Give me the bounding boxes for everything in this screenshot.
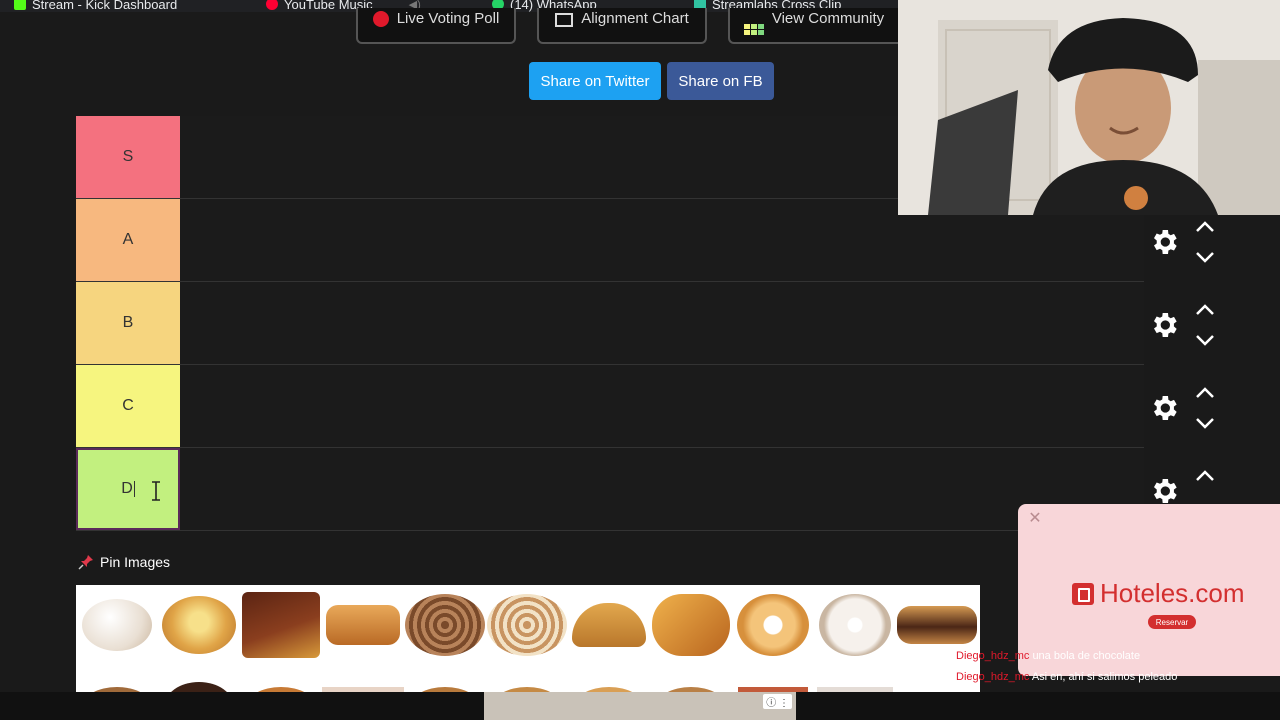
tier-row-d: D: [76, 448, 1144, 531]
pushpin-icon: [78, 555, 93, 570]
move-up-chevron-icon[interactable]: [1194, 303, 1216, 317]
live-voting-button[interactable]: Live Voting Poll: [356, 8, 516, 44]
pastry-image[interactable]: [76, 667, 158, 695]
text-cursor-icon: [152, 481, 160, 501]
pastry-image[interactable]: [814, 667, 896, 695]
close-ad-icon[interactable]: ✕: [1026, 510, 1044, 528]
tier-label-a[interactable]: A: [76, 199, 180, 281]
pastry-image[interactable]: [486, 585, 568, 665]
bottom-ad-banner[interactable]: ⓘ ⋮: [484, 692, 796, 720]
chat-username: Diego_hdz_mc: [956, 650, 1030, 662]
tier-controls-b: [1148, 382, 1228, 442]
ad-brand-text: Hoteles.com: [1100, 578, 1245, 608]
chart-icon: [555, 13, 574, 27]
tier-dropzone-c[interactable]: [180, 365, 1144, 447]
tier-label-c[interactable]: C: [76, 365, 180, 447]
streamer-webcam-image: [898, 0, 1280, 215]
pastry-image[interactable]: [240, 585, 322, 665]
live-voting-label: Live Voting Poll: [396, 10, 500, 27]
image-pool: [76, 585, 980, 695]
chat-text: Asi en, ahí si salimos peleado: [1031, 671, 1178, 683]
pastry-image[interactable]: [814, 585, 896, 665]
alignment-chart-label: Alignment Chart: [581, 10, 689, 27]
move-down-chevron-icon[interactable]: [1194, 250, 1216, 264]
text-caret: [133, 481, 135, 497]
tier-dropzone-d[interactable]: [180, 448, 1144, 530]
tier-row-b: B: [76, 282, 1144, 365]
hoteles-logo: Hoteles.com: [1072, 578, 1245, 609]
hoteles-logo-icon: [1072, 582, 1094, 605]
tier-label-s[interactable]: S: [76, 116, 180, 198]
pastry-image[interactable]: [404, 585, 486, 665]
pin-images-label: Pin Images: [100, 554, 171, 570]
move-up-chevron-icon[interactable]: [1194, 469, 1216, 483]
bookmark-label: Stream - Kick Dashboard: [32, 0, 178, 12]
pastry-image[interactable]: [158, 667, 240, 695]
pastry-image[interactable]: [568, 667, 650, 695]
pastry-image[interactable]: [322, 585, 404, 665]
share-facebook-button[interactable]: Share on FB: [667, 62, 774, 100]
move-down-chevron-icon[interactable]: [1194, 416, 1216, 430]
pastry-image[interactable]: [486, 667, 568, 695]
move-up-chevron-icon[interactable]: [1194, 386, 1216, 400]
tier-controls-s: [1148, 216, 1228, 276]
pastry-image[interactable]: [650, 667, 732, 695]
youtube-music-icon: [266, 0, 278, 10]
move-down-chevron-icon[interactable]: [1194, 333, 1216, 347]
pastry-image[interactable]: [240, 667, 322, 695]
community-grid-icon: [743, 24, 764, 35]
alignment-chart-button[interactable]: Alignment Chart: [537, 8, 707, 44]
settings-gear-icon[interactable]: [1148, 309, 1180, 341]
chat-text: una bola de chocolate: [1032, 650, 1141, 662]
bookmark-kick-dashboard[interactable]: Stream - Kick Dashboard: [14, 0, 177, 12]
view-community-button[interactable]: View Community: [728, 8, 898, 44]
tier-label-b[interactable]: B: [76, 282, 180, 364]
pastry-image[interactable]: [76, 585, 158, 665]
share-twitter-button[interactable]: Share on Twitter: [529, 62, 661, 100]
tier-label-d[interactable]: D: [76, 448, 180, 530]
move-up-chevron-icon[interactable]: [1194, 220, 1216, 234]
chat-message: Diego_hdz_mc Asi en, ahí si salimos pele…: [956, 671, 1177, 683]
pin-images-toggle[interactable]: Pin Images: [78, 554, 170, 570]
pastry-image[interactable]: [158, 585, 240, 665]
tier-label-d-text: D: [121, 480, 133, 497]
pastry-image[interactable]: [732, 667, 814, 695]
pastry-image[interactable]: [650, 585, 732, 665]
settings-gear-icon[interactable]: [1148, 475, 1180, 507]
pastry-image[interactable]: [322, 667, 404, 695]
ad-reserve-button[interactable]: Reservar: [1148, 615, 1196, 629]
settings-gear-icon[interactable]: [1148, 226, 1180, 258]
view-community-label: View Community: [771, 10, 885, 27]
screen: Stream - Kick Dashboard YouTube Music ◀)…: [0, 0, 1280, 720]
ad-info-icon[interactable]: ⓘ ⋮: [763, 694, 792, 709]
record-icon: [372, 11, 389, 27]
chat-message: Diego_hdz_mc una bola de chocolate: [956, 650, 1140, 662]
tier-dropzone-b[interactable]: [180, 282, 1144, 364]
webcam-overlay: [898, 0, 1280, 215]
tier-row-c: C: [76, 365, 1144, 448]
tier-controls-a: [1148, 299, 1228, 359]
settings-gear-icon[interactable]: [1148, 392, 1180, 424]
pastry-image[interactable]: [404, 667, 486, 695]
chat-username: Diego_hdz_mc: [956, 671, 1030, 683]
kick-icon: [14, 0, 26, 10]
pastry-image[interactable]: [568, 585, 650, 665]
pastry-image[interactable]: [732, 585, 814, 665]
